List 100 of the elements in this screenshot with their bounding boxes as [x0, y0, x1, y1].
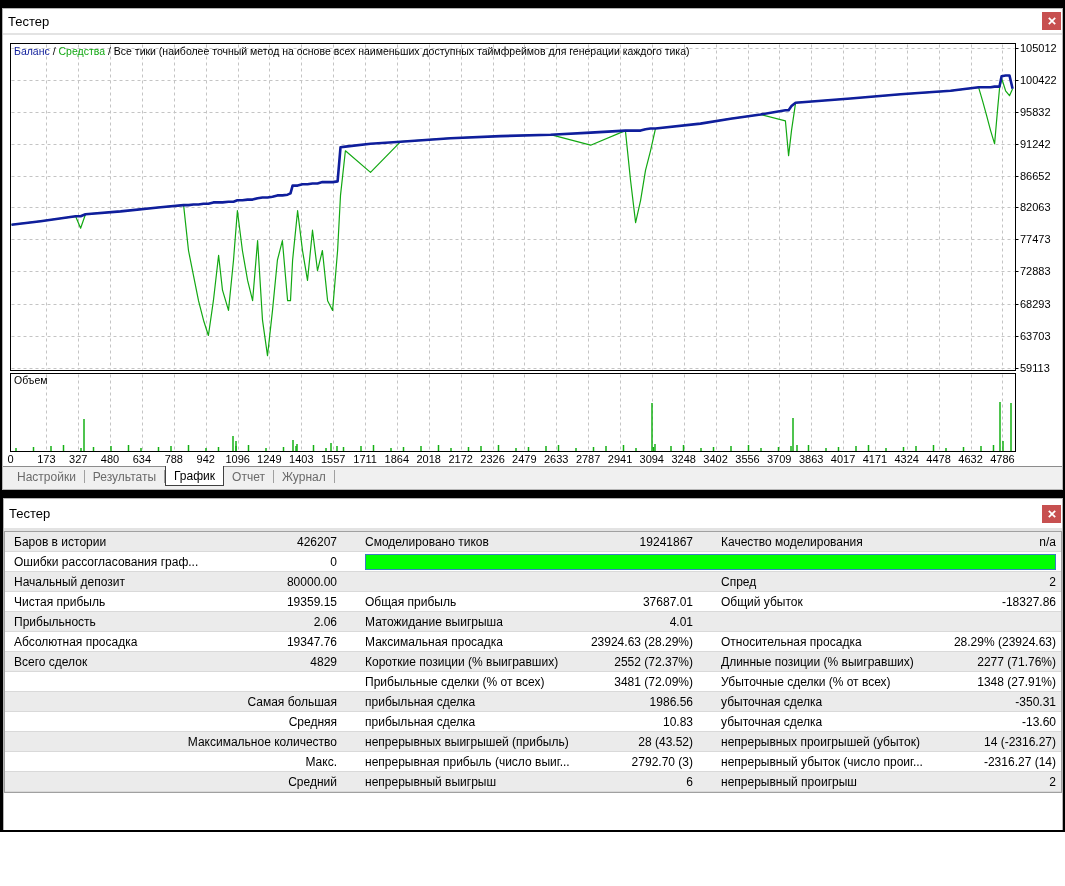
y-axis-label: 105012 [1020, 42, 1057, 54]
y-axis-label: 91242 [1020, 138, 1051, 150]
stat-label: Матожидание выигрыша [365, 613, 503, 631]
x-axis-label: 3248 [671, 453, 696, 465]
x-axis-label: 3556 [735, 453, 760, 465]
stat-value: -2316.27 (14) [983, 753, 1056, 771]
y-axis-label: 100422 [1020, 74, 1057, 86]
stat-value: 19359.15 [286, 593, 337, 611]
y-axis-label: 77473 [1020, 233, 1051, 245]
chart-legend: Баланс / Средства / Все тики (наиболее точный метод на основе всех наименьших доступных таймфреймов для генерации каждого тика) [14, 45, 690, 57]
close-icon [1047, 509, 1056, 518]
x-axis-label: 1096 [225, 453, 250, 465]
x-axis-label: 2479 [512, 453, 537, 465]
stat-label: Качество моделирования [721, 533, 863, 551]
tab[interactable]: График [165, 466, 225, 486]
panel-label: Объем [14, 374, 48, 386]
stat-label: Короткие позиции (% выигравших) [365, 653, 559, 671]
stat-label: прибыльная сделка [365, 693, 476, 711]
x-axis-label: 4171 [862, 453, 888, 465]
stat-label: Относительная просадка [721, 633, 862, 651]
stat-value: 0 [330, 553, 337, 571]
window-title: Тестер [8, 14, 50, 28]
stat-value: -13.60 [1021, 713, 1056, 731]
stat-label: прибыльная сделка [365, 713, 476, 731]
x-axis-label: 1403 [289, 453, 314, 465]
stat-value: 1348 (27.91%) [977, 673, 1056, 691]
stat-label: Чистая прибыль [14, 593, 106, 611]
stat-value: 10.83 [662, 713, 693, 731]
stat-value: 6 [686, 773, 693, 791]
close-button[interactable] [1042, 504, 1061, 523]
stat-label: Общий убыток [721, 593, 803, 611]
stat-label: непрерывный проигрыш [721, 773, 857, 791]
x-axis-label: 2018 [416, 453, 441, 465]
stat-label: убыточная сделка [721, 693, 823, 711]
x-axis-label: 173 [37, 453, 56, 465]
y-axis-label: 63703 [1020, 330, 1051, 342]
stat-value: 2 [1049, 573, 1056, 591]
stat-value: -18327.86 [1001, 593, 1056, 611]
stat-value: 4829 [310, 653, 337, 671]
x-axis-label: 2633 [543, 453, 569, 465]
stat-label: Прибыльность [14, 613, 96, 631]
y-axis-label: 95832 [1020, 106, 1051, 118]
stat-value: 4.01 [669, 613, 693, 631]
stat-label: непрерывных проигрышей (убыток) [721, 733, 920, 751]
stat-label: Убыточные сделки (% от всех) [721, 673, 891, 691]
stat-label: непрерывный выигрыш [365, 773, 497, 791]
stat-value: 19241867 [639, 533, 693, 551]
stat-value: 19347.76 [286, 633, 337, 651]
stat-caption: Средний [288, 773, 337, 791]
stat-value: 14 (-2316.27) [983, 733, 1056, 751]
stat-value: n/a [1039, 533, 1056, 551]
x-axis-label: 2326 [480, 453, 505, 465]
stat-value: -350.31 [1015, 693, 1056, 711]
x-axis-label: 0 [7, 453, 14, 465]
tab[interactable]: Журнал [273, 467, 334, 486]
x-axis-label: 2787 [575, 453, 601, 465]
x-axis-label: 2172 [448, 453, 473, 465]
x-axis-label: 4324 [894, 453, 919, 465]
x-axis-label: 4478 [926, 453, 951, 465]
stat-value: 2552 (72.37%) [614, 653, 693, 671]
stat-label: непрерывный убыток (число проиг... [721, 753, 923, 771]
tab[interactable]: Настройки [9, 467, 84, 486]
stat-label: Прибыльные сделки (% от всех) [365, 673, 545, 691]
stat-label: Общая прибыль [365, 593, 457, 611]
window-title: Тестер [9, 507, 51, 520]
stat-value: 37687.01 [642, 593, 693, 611]
stat-label: Длинные позиции (% выигравших) [721, 653, 914, 671]
x-axis-label: 2941 [607, 453, 633, 465]
stat-label: Ошибки рассогласования граф... [14, 553, 199, 571]
stat-value: 2 [1049, 773, 1056, 791]
x-axis-label: 634 [132, 453, 152, 465]
x-axis-label: 3709 [767, 453, 792, 465]
stat-label: Баров в истории [14, 533, 107, 551]
stat-label: Абсолютная просадка [14, 633, 138, 651]
x-axis-label: 327 [69, 453, 88, 465]
tab[interactable]: Отчет [224, 467, 273, 486]
close-icon [1047, 17, 1056, 25]
close-button[interactable] [1042, 12, 1061, 30]
x-axis-label: 4017 [830, 453, 856, 465]
x-axis-label: 3094 [639, 453, 664, 465]
x-axis-label: 942 [196, 453, 215, 465]
x-axis-label: 480 [100, 453, 120, 465]
stat-label: непрерывных выигрышей (прибыль) [365, 733, 569, 751]
y-axis-label: 82063 [1020, 201, 1051, 213]
stat-label: Начальный депозит [14, 573, 125, 591]
y-axis-label: 59113 [1020, 362, 1050, 374]
stat-value: 426207 [296, 533, 337, 551]
stat-caption: Самая большая [247, 693, 337, 711]
stat-label: Всего сделок [14, 653, 88, 671]
stat-caption: Максимальное количество [187, 733, 337, 751]
tab[interactable]: Результаты [84, 467, 165, 486]
stat-value: 2.06 [313, 613, 337, 631]
x-axis-label: 1864 [384, 453, 410, 465]
x-axis-label: 788 [164, 453, 183, 465]
stat-caption: Макс. [305, 753, 337, 771]
y-axis-label: 86652 [1020, 170, 1051, 182]
stat-value: 28 (43.52) [638, 733, 693, 751]
x-axis-label: 1249 [257, 453, 282, 465]
stat-label: убыточная сделка [721, 713, 823, 731]
x-axis-label: 1557 [320, 453, 346, 465]
